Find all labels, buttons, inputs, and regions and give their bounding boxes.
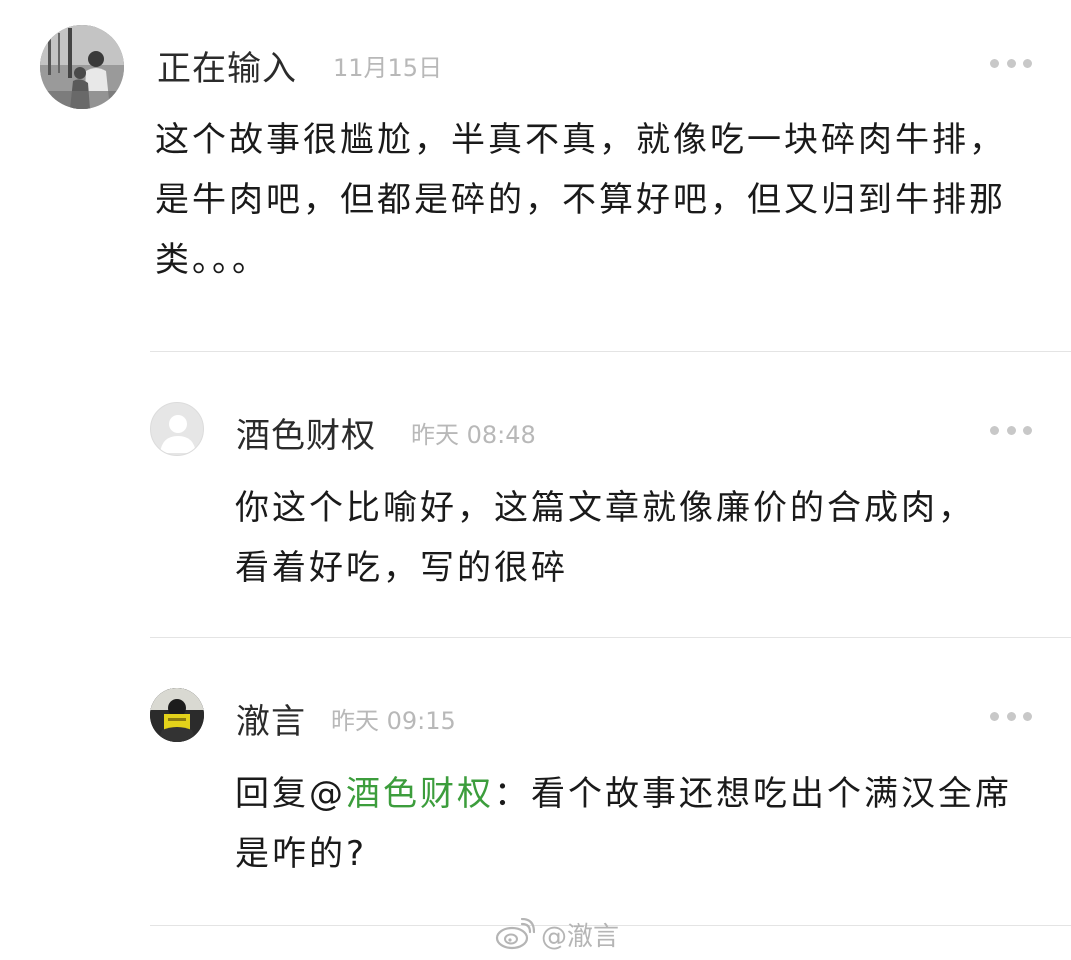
comment-text: 这个故事很尴尬，半真不真，就像吃一块碎肉牛排，是牛肉吧，但都是碎的，不算好吧，但… — [155, 120, 1006, 280]
default-avatar-icon — [160, 415, 196, 453]
avatar[interactable] — [150, 688, 204, 742]
timestamp: 昨天 08:48 — [411, 421, 536, 449]
username[interactable]: 澈言 — [236, 694, 306, 743]
divider — [150, 637, 1071, 638]
more-dots-icon[interactable] — [990, 56, 1032, 70]
watermark-text: @澈言 — [541, 921, 620, 952]
divider — [150, 351, 1071, 352]
timestamp: 11月15日 — [333, 54, 443, 82]
weibo-logo-icon — [495, 918, 535, 950]
avatar-photo-icon — [40, 25, 124, 109]
avatar[interactable] — [40, 25, 124, 109]
username[interactable]: 酒色财权 — [236, 408, 376, 457]
username[interactable]: 正在输入 — [157, 41, 297, 90]
timestamp: 昨天 09:15 — [331, 707, 456, 735]
comment-text: 回复@酒色财权：看个故事还想吃出个满汉全席是咋的? — [235, 764, 1025, 884]
avatar-photo-icon — [150, 688, 204, 742]
more-dots-icon[interactable] — [990, 423, 1032, 437]
comment-text: 你这个比喻好，这篇文章就像廉价的合成肉，看着好吃，写的很碎 — [235, 488, 975, 588]
more-dots-icon[interactable] — [990, 709, 1032, 723]
mention-link[interactable]: 酒色财权 — [346, 774, 494, 814]
avatar[interactable] — [150, 402, 204, 456]
watermark: @澈言 — [495, 916, 619, 952]
reply-prefix: 回复@ — [235, 774, 346, 814]
